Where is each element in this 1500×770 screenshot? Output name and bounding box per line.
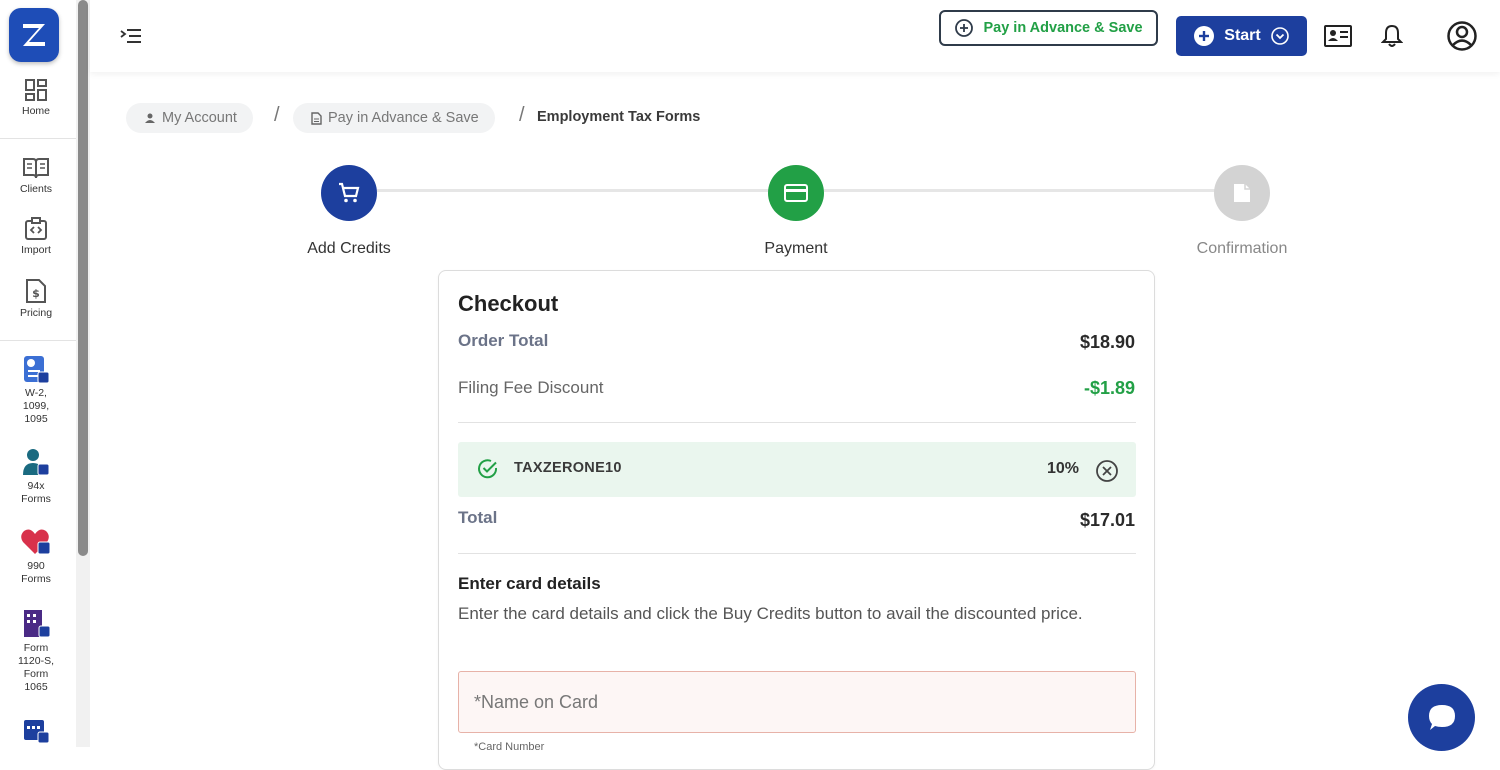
step-confirmation bbox=[1214, 165, 1270, 221]
divider bbox=[458, 422, 1136, 423]
id-card-icon bbox=[1324, 25, 1352, 47]
calendar-icon bbox=[24, 720, 50, 744]
breadcrumb-label: My Account bbox=[162, 110, 237, 126]
applied-coupon: TAXZERONE10 10% bbox=[458, 442, 1136, 497]
breadcrumb-my-account[interactable]: My Account bbox=[126, 103, 253, 133]
bell-icon bbox=[1381, 24, 1403, 47]
dollar-document-icon: $ bbox=[26, 279, 46, 303]
name-on-card-input[interactable] bbox=[458, 671, 1136, 733]
total-value: $17.01 bbox=[1079, 510, 1135, 530]
breadcrumb-current: Employment Tax Forms bbox=[537, 109, 701, 125]
card-details-description: Enter the card details and click the Buy… bbox=[458, 604, 1083, 623]
open-book-icon bbox=[23, 158, 49, 179]
svg-text:$: $ bbox=[32, 287, 40, 300]
discount-label: Filing Fee Discount bbox=[458, 378, 604, 397]
breadcrumb-label: Pay in Advance & Save bbox=[328, 110, 479, 126]
start-button[interactable]: Start bbox=[1176, 16, 1307, 56]
total-label: Total bbox=[458, 508, 498, 527]
sidebar-item-label: W-2, 1099, 1095 bbox=[22, 387, 50, 425]
coupon-code: TAXZERONE10 bbox=[514, 460, 622, 476]
shopping-cart-icon bbox=[339, 182, 360, 203]
sidebar-item-label: Clients bbox=[19, 183, 53, 195]
sidebar-item-home[interactable]: Home bbox=[0, 78, 72, 118]
sidebar-item-form-1120s-1065[interactable]: Form 1120-S, Form 1065 bbox=[0, 607, 72, 694]
pay-in-advance-label: Pay in Advance & Save bbox=[983, 20, 1143, 36]
order-total-label: Order Total bbox=[458, 331, 549, 350]
sidebar-item-label: 990 Forms bbox=[21, 560, 51, 585]
sidebar-item-label: Home bbox=[21, 105, 50, 117]
divider bbox=[458, 553, 1136, 554]
logo-mark-icon bbox=[23, 24, 45, 46]
sidebar-item-label: 94x Forms bbox=[21, 480, 51, 505]
remove-coupon-icon[interactable] bbox=[1095, 459, 1119, 483]
stepper-connector bbox=[377, 189, 769, 192]
breadcrumb-separator: / bbox=[274, 104, 280, 126]
breadcrumb-separator: / bbox=[519, 104, 525, 126]
indent-menu-icon bbox=[120, 29, 141, 43]
sidebar: Home Clients Import $ Pricing W-2, 1099,… bbox=[0, 0, 90, 747]
dashboard-grid-icon bbox=[25, 79, 47, 101]
order-total-value: $18.90 bbox=[1079, 332, 1135, 352]
heart-icon bbox=[21, 529, 51, 555]
chat-support-button[interactable] bbox=[1408, 684, 1475, 751]
discount-value: -$1.89 bbox=[1083, 378, 1135, 398]
step-label: Confirmation bbox=[1196, 240, 1288, 257]
business-person-icon bbox=[23, 449, 50, 476]
chat-bubble-icon bbox=[1428, 704, 1455, 730]
check-circle-icon bbox=[478, 459, 498, 479]
taxzerone-logo[interactable] bbox=[9, 8, 59, 62]
import-code-icon bbox=[25, 217, 47, 240]
start-label: Start bbox=[1224, 27, 1261, 44]
sidebar-scrollbar-thumb[interactable] bbox=[78, 0, 88, 556]
card-number-label: *Card Number bbox=[474, 741, 545, 753]
credit-card-icon bbox=[784, 184, 808, 202]
step-payment[interactable] bbox=[768, 165, 824, 221]
sidebar-item-990-forms[interactable]: 990 Forms bbox=[0, 527, 72, 586]
breadcrumb-pay-in-advance[interactable]: Pay in Advance & Save bbox=[293, 103, 495, 133]
document-check-icon bbox=[1234, 184, 1250, 202]
user-avatar-icon bbox=[1447, 21, 1477, 51]
sidebar-item-label: Import bbox=[21, 244, 51, 256]
sidebar-item-pricing[interactable]: $ Pricing bbox=[0, 278, 72, 320]
sidebar-item-import[interactable]: Import bbox=[0, 217, 72, 257]
step-label: Payment bbox=[764, 240, 828, 257]
notifications-button[interactable] bbox=[1380, 23, 1404, 49]
card-details-title: Enter card details bbox=[458, 574, 601, 593]
user-account-button[interactable] bbox=[1446, 20, 1478, 52]
person-icon bbox=[145, 113, 155, 123]
stepper-connector bbox=[824, 189, 1216, 192]
sidebar-item-calendar[interactable] bbox=[0, 716, 72, 744]
sidebar-item-94x-forms[interactable]: 94x Forms bbox=[0, 447, 72, 506]
chevron-down-circle-icon bbox=[1270, 27, 1289, 45]
plus-circle-icon bbox=[955, 19, 974, 37]
pay-in-advance-button[interactable]: Pay in Advance & Save bbox=[939, 10, 1158, 46]
checkout-title: Checkout bbox=[458, 291, 559, 316]
step-add-credits[interactable] bbox=[321, 165, 377, 221]
step-label: Add Credits bbox=[307, 240, 391, 257]
w2-form-icon bbox=[24, 356, 50, 384]
coupon-percent: 10% bbox=[1047, 460, 1080, 477]
checkout-card: Checkout Order Total $18.90 Filing Fee D… bbox=[438, 270, 1155, 770]
sidebar-item-w2-1099-1095[interactable]: W-2, 1099, 1095 bbox=[0, 354, 72, 426]
sidebar-divider bbox=[0, 340, 76, 341]
sidebar-item-label: Form 1120-S, Form 1065 bbox=[18, 642, 54, 693]
document-icon bbox=[311, 111, 322, 125]
building-icon bbox=[24, 610, 51, 638]
sidebar-divider bbox=[0, 138, 76, 139]
contact-card-button[interactable] bbox=[1323, 24, 1353, 48]
plus-circle-filled-icon bbox=[1194, 26, 1215, 46]
menu-toggle-button[interactable] bbox=[118, 25, 144, 47]
sidebar-item-label: Pricing bbox=[19, 307, 53, 319]
sidebar-item-clients[interactable]: Clients bbox=[0, 156, 72, 196]
